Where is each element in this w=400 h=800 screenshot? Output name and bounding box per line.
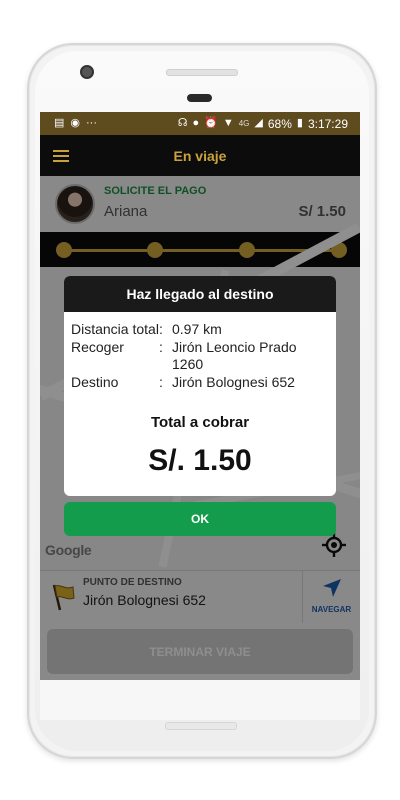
arrival-dialog: Haz llegado al destino Distancia total :… [64, 276, 336, 496]
total-label: Total a cobrar [150, 414, 250, 431]
summary-separator: : [159, 339, 163, 355]
summary-separator: : [159, 374, 163, 390]
ok-button[interactable]: OK [64, 502, 336, 536]
summary-row-distance: Distancia total : 0.97 km [71, 321, 331, 338]
message-icon: ▤ [54, 117, 65, 129]
home-indicator [165, 722, 237, 730]
dialog-title: Haz llegado al destino [64, 276, 336, 312]
app-bar: En viaje [40, 135, 360, 176]
total-amount: S/. 1.50 [148, 444, 252, 477]
summary-separator: : [159, 321, 163, 337]
summary-row-destination: Destino : Jirón Bolognesi 652 [71, 374, 331, 391]
location-icon: ● [192, 117, 200, 129]
summary-value: Jirón Leoncio Prado 1260 [172, 339, 297, 372]
screen: ▤ ◉ ··· ☊ ● ⏰ ▼ 4G ◢ 68% ▮ 3:17:29 En vi… [40, 112, 360, 680]
clock: 3:17:29 [307, 116, 348, 131]
status-bar: ▤ ◉ ··· ☊ ● ⏰ ▼ 4G ◢ 68% ▮ 3:17:29 [40, 112, 360, 135]
battery-percent: 68% [267, 116, 292, 131]
alarm-icon: ⏰ [204, 117, 218, 129]
trip-summary: Distancia total : 0.97 km Recoger : Jiró… [71, 321, 331, 392]
summary-label: Recoger [71, 339, 124, 355]
more-notifications-icon: ··· [86, 117, 98, 129]
front-camera [80, 65, 94, 79]
summary-label: Distancia total [71, 321, 159, 337]
eye-icon: ◉ [70, 117, 81, 129]
phone-chin [40, 680, 360, 720]
hamburger-icon [53, 147, 69, 165]
page-title: En viaje [173, 147, 227, 164]
summary-value: Jirón Bolognesi 652 [172, 374, 295, 390]
network-type: 4G [238, 119, 250, 128]
summary-row-pickup: Recoger : Jirón Leoncio Prado 1260 [71, 339, 331, 373]
menu-button[interactable] [40, 135, 82, 176]
summary-value: 0.97 km [172, 321, 222, 337]
earpiece-speaker [166, 69, 238, 76]
summary-label: Destino [71, 374, 119, 390]
proximity-sensor [187, 94, 212, 102]
headphones-icon: ☊ [177, 117, 188, 129]
signal-icon: ◢ [254, 117, 263, 129]
wifi-icon: ▼ [222, 117, 234, 129]
battery-icon: ▮ [296, 117, 303, 129]
